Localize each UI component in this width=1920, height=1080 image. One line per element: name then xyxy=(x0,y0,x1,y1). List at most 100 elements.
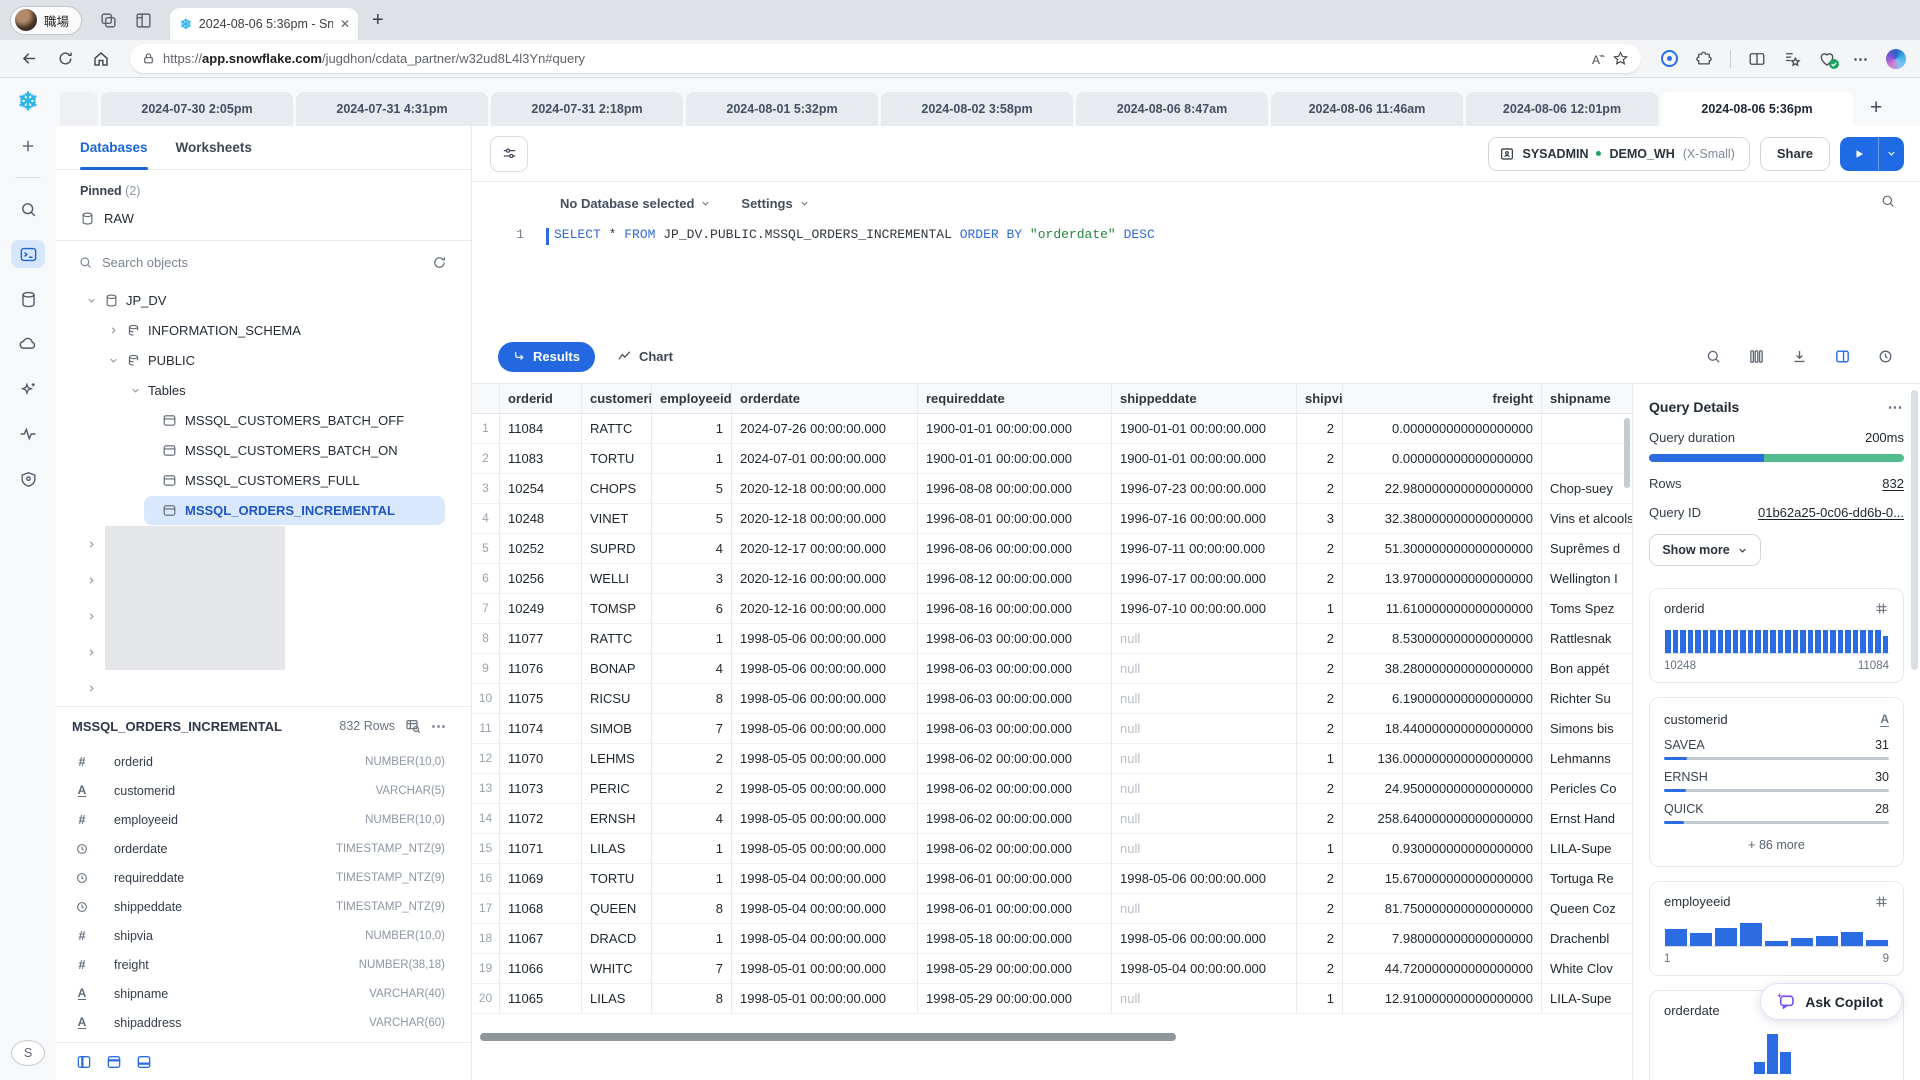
run-options-chevron-icon[interactable] xyxy=(1879,148,1904,159)
tree-table-item[interactable]: MSSQL_CUSTOMERS_BATCH_ON xyxy=(144,436,445,465)
rows-value-link[interactable]: 832 xyxy=(1882,476,1904,491)
tab-results[interactable]: Results xyxy=(498,342,595,372)
column-header[interactable]: orderdate xyxy=(732,384,918,413)
governance-shield-icon[interactable] xyxy=(11,465,45,493)
vertical-tabs-icon[interactable] xyxy=(135,12,152,29)
table-row[interactable]: 211083TORTU12024-07-01 00:00:00.0001900-… xyxy=(472,444,1632,474)
tab-close-icon[interactable]: ✕ xyxy=(340,17,350,31)
table-row[interactable]: 410248VINET52020-12-18 00:00:00.0001996-… xyxy=(472,504,1632,534)
toggle-left-panel-icon[interactable] xyxy=(76,1054,92,1070)
worksheet-tab[interactable]: 2024-07-31 4:31pm xyxy=(296,92,488,126)
column-header[interactable]: freight xyxy=(1343,384,1542,413)
data-nav-icon[interactable] xyxy=(11,285,45,313)
schema-column-row[interactable]: #shipviaNUMBER(10,0) xyxy=(56,921,471,950)
worksheet-tab[interactable]: 2024-08-06 8:47am xyxy=(1076,92,1268,126)
table-row[interactable]: 1411072ERNSH41998-05-05 00:00:00.0001998… xyxy=(472,804,1632,834)
table-row[interactable]: 811077RATTC11998-05-06 00:00:00.0001998-… xyxy=(472,624,1632,654)
activity-pulse-icon[interactable] xyxy=(11,420,45,448)
download-icon[interactable] xyxy=(1791,348,1808,365)
table-row[interactable]: 1711068QUEEN81998-05-04 00:00:00.0001998… xyxy=(472,894,1632,924)
tree-schema-information-schema[interactable]: INFORMATION_SCHEMA xyxy=(56,315,471,345)
schema-column-row[interactable]: AshipnameVARCHAR(40) xyxy=(56,979,471,1008)
split-screen-icon[interactable] xyxy=(1748,50,1766,68)
tree-database-jp-dv[interactable]: JP_DV xyxy=(56,285,471,315)
sql-editor[interactable]: 1 SELECT * FROM JP_DV.PUBLIC.MSSQL_ORDER… xyxy=(472,224,1920,330)
worksheet-tab[interactable]: 2024-08-02 3:58pm xyxy=(881,92,1073,126)
query-details-menu-icon[interactable]: ⋯ xyxy=(1888,398,1905,416)
search-nav-icon[interactable] xyxy=(11,195,45,223)
column-header[interactable]: employeeid xyxy=(652,384,732,413)
tree-table-item[interactable]: MSSQL_ORDERS_INCREMENTAL xyxy=(144,496,445,525)
column-header[interactable]: shippeddate xyxy=(1112,384,1297,413)
schema-column-row[interactable]: shippeddateTIMESTAMP_NTZ(9) xyxy=(56,892,471,921)
ai-ml-sparkle-icon[interactable] xyxy=(11,375,45,403)
column-header[interactable]: customerid xyxy=(582,384,652,413)
table-row[interactable]: 310254CHOPS52020-12-18 00:00:00.0001996-… xyxy=(472,474,1632,504)
browser-profile-button[interactable]: 職場 xyxy=(10,6,82,35)
table-row[interactable]: 1911066WHITC71998-05-01 00:00:00.0001998… xyxy=(472,954,1632,984)
worksheets-nav-icon[interactable] xyxy=(11,240,45,268)
browser-essentials-icon[interactable] xyxy=(1818,50,1836,68)
chevron-right-icon[interactable] xyxy=(108,325,119,336)
column-header[interactable]: shipname xyxy=(1542,384,1632,413)
editor-search-icon[interactable] xyxy=(1880,193,1896,209)
refresh-icon[interactable] xyxy=(50,44,80,74)
table-row[interactable]: 610256WELLI32020-12-16 00:00:00.0001996-… xyxy=(472,564,1632,594)
top-value-row[interactable]: QUICK28 xyxy=(1664,802,1889,824)
toggle-top-panel-icon[interactable] xyxy=(106,1054,122,1070)
table-row[interactable]: 1111074SIMOB71998-05-06 00:00:00.0001998… xyxy=(472,714,1632,744)
table-row[interactable]: 1011075RICSU81998-05-06 00:00:00.0001998… xyxy=(472,684,1632,714)
share-button[interactable]: Share xyxy=(1760,137,1830,171)
stat-card-orderid[interactable]: orderid 10248 11084 xyxy=(1649,588,1904,683)
refresh-objects-icon[interactable] xyxy=(432,255,447,270)
toggle-bottom-panel-icon[interactable] xyxy=(136,1054,152,1070)
tree-tables-group[interactable]: Tables xyxy=(56,375,471,405)
table-row[interactable]: 1311073PERIC21998-05-05 00:00:00.0001998… xyxy=(472,774,1632,804)
marketplace-cloud-icon[interactable] xyxy=(11,330,45,358)
schema-menu-icon[interactable]: ⋯ xyxy=(431,717,447,735)
chevron-right-icon[interactable] xyxy=(86,575,97,586)
chevron-right-icon[interactable] xyxy=(86,683,97,694)
top-value-row[interactable]: SAVEA31 xyxy=(1664,738,1889,760)
extensions-icon[interactable] xyxy=(1695,50,1713,68)
chevron-down-icon[interactable] xyxy=(108,355,119,366)
schema-column-row[interactable]: orderdateTIMESTAMP_NTZ(9) xyxy=(56,834,471,863)
worksheet-options-icon[interactable] xyxy=(490,136,528,172)
horizontal-scrollbar[interactable] xyxy=(472,1030,1632,1044)
table-row[interactable]: 710249TOMSP62020-12-16 00:00:00.0001996-… xyxy=(472,594,1632,624)
user-avatar[interactable]: S xyxy=(11,1040,45,1066)
copilot-icon[interactable] xyxy=(1886,49,1906,69)
table-row[interactable]: 2011065LILAS81998-05-01 00:00:00.0001998… xyxy=(472,984,1632,1014)
query-id-link[interactable]: 01b62a25-0c06-dd6b-0... xyxy=(1758,505,1904,520)
column-header[interactable]: shipvia xyxy=(1297,384,1343,413)
details-scrollbar[interactable] xyxy=(1911,390,1918,670)
tree-table-item[interactable]: MSSQL_CUSTOMERS_FULL xyxy=(144,466,445,495)
query-history-icon[interactable] xyxy=(1877,348,1894,365)
schema-column-row[interactable]: #employeeidNUMBER(10,0) xyxy=(56,805,471,834)
create-plus-icon[interactable] xyxy=(11,132,45,160)
column-header[interactable]: orderid xyxy=(500,384,582,413)
snowflake-logo[interactable]: ❄ xyxy=(18,90,39,115)
pinned-item-raw[interactable]: RAW xyxy=(56,202,471,234)
settings-menu[interactable]: Settings xyxy=(741,196,809,211)
read-aloud-icon[interactable]: A⌁ xyxy=(1592,51,1604,67)
new-worksheet-button[interactable]: + xyxy=(1870,96,1882,120)
ask-copilot-button[interactable]: Ask Copilot xyxy=(1760,983,1902,1020)
chevron-down-icon[interactable] xyxy=(86,295,97,306)
schema-column-row[interactable]: #freightNUMBER(38,18) xyxy=(56,950,471,979)
tab-databases[interactable]: Databases xyxy=(80,126,148,169)
more-values-link[interactable]: + 86 more xyxy=(1664,838,1889,852)
table-row[interactable]: 1811067DRACD11998-05-04 00:00:00.0001998… xyxy=(472,924,1632,954)
worksheet-tab-partial[interactable] xyxy=(60,92,98,126)
chevron-right-icon[interactable] xyxy=(86,611,97,622)
table-row[interactable]: 1211070LEHMS21998-05-05 00:00:00.0001998… xyxy=(472,744,1632,774)
vertical-scrollbar[interactable] xyxy=(1624,418,1630,488)
worksheet-tab[interactable]: 2024-08-06 12:01pm xyxy=(1466,92,1658,126)
schema-column-row[interactable]: #orderidNUMBER(10,0) xyxy=(56,747,471,776)
back-icon[interactable] xyxy=(14,44,44,74)
role-warehouse-selector[interactable]: SYSADMIN DEMO_WH (X-Small) xyxy=(1488,137,1750,171)
run-button[interactable] xyxy=(1840,137,1904,171)
schema-column-row[interactable]: requireddateTIMESTAMP_NTZ(9) xyxy=(56,863,471,892)
schema-column-row[interactable]: AcustomeridVARCHAR(5) xyxy=(56,776,471,805)
table-row[interactable]: 510252SUPRD42020-12-17 00:00:00.0001996-… xyxy=(472,534,1632,564)
